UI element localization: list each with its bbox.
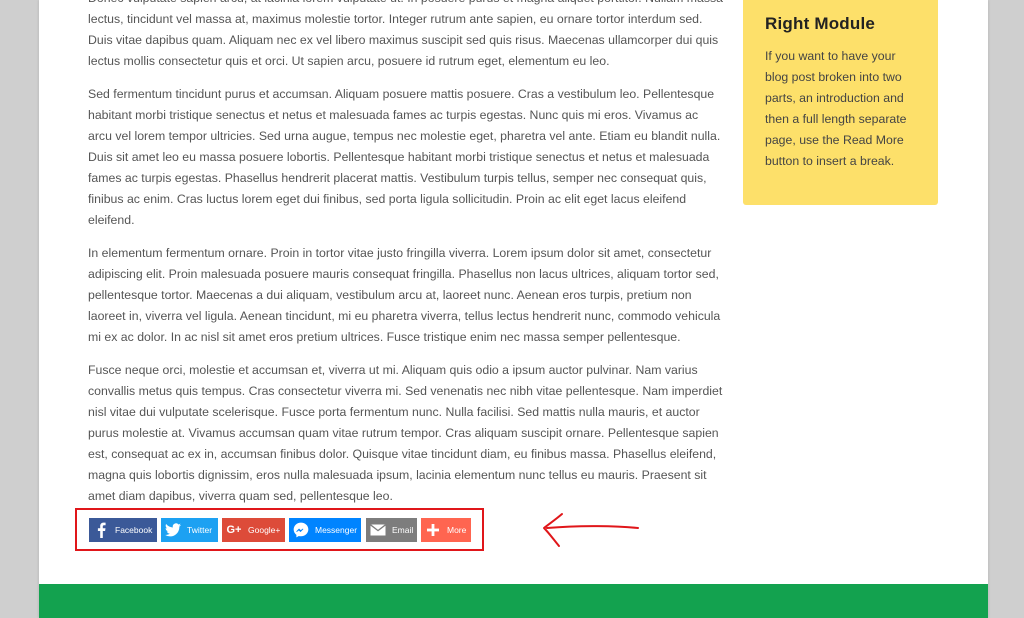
twitter-icon bbox=[161, 518, 185, 542]
more-share-label: More bbox=[447, 525, 467, 535]
post-paragraph: Sed fermentum tincidunt purus et accumsa… bbox=[88, 87, 721, 227]
email-share-button[interactable]: Email bbox=[366, 518, 417, 542]
facebook-share-button[interactable]: Facebook bbox=[89, 518, 157, 542]
footer-band bbox=[39, 584, 988, 618]
post-paragraph: Fusce neque orci, molestie et accumsan e… bbox=[88, 363, 723, 503]
twitter-share-label: Twitter bbox=[187, 525, 213, 535]
messenger-share-button[interactable]: Messenger bbox=[289, 518, 361, 542]
right-module-text: If you want to have your blog post broke… bbox=[765, 49, 907, 168]
twitter-share-button[interactable]: Twitter bbox=[161, 518, 218, 542]
right-module-title: Right Module bbox=[765, 14, 876, 33]
email-icon bbox=[366, 518, 390, 542]
google-plus-icon: G+ bbox=[226, 524, 242, 536]
arrow-annotation-icon bbox=[543, 513, 639, 547]
post-paragraph: In elementum fermentum ornare. Proin in … bbox=[88, 246, 721, 344]
google-plus-share-button[interactable]: G+ Google+ bbox=[222, 518, 285, 542]
google-plus-share-label: Google+ bbox=[248, 525, 281, 535]
post-content: Donec vulputate sapien arcu, at lacinia … bbox=[88, 0, 723, 519]
share-buttons-highlight: Facebook Twitter G+ Google+ Messenger Em… bbox=[75, 508, 484, 551]
facebook-share-label: Facebook bbox=[115, 525, 153, 535]
email-share-label: Email bbox=[392, 525, 414, 535]
post-paragraph: Donec vulputate sapien arcu, at lacinia … bbox=[88, 0, 723, 68]
messenger-share-label: Messenger bbox=[315, 525, 358, 535]
facebook-icon bbox=[89, 518, 113, 542]
more-share-button[interactable]: More bbox=[421, 518, 471, 542]
right-module: Right Module If you want to have your bl… bbox=[743, 0, 938, 205]
messenger-icon bbox=[289, 518, 313, 542]
page-container: Donec vulputate sapien arcu, at lacinia … bbox=[39, 0, 988, 618]
plus-icon bbox=[421, 518, 445, 542]
